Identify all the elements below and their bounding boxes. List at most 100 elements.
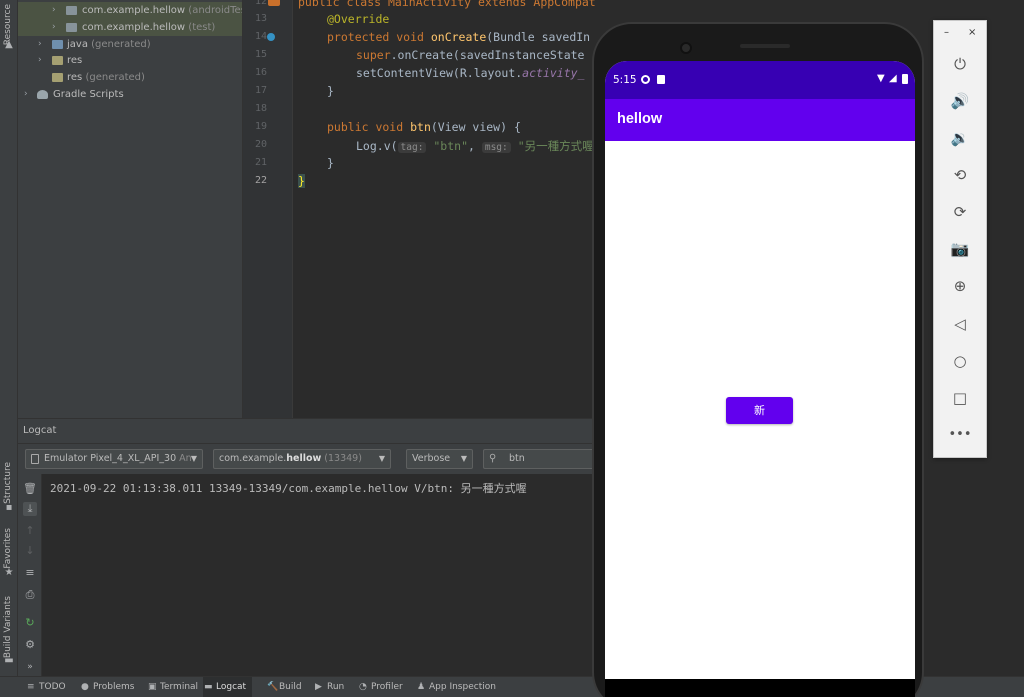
- tree-item-suffix: (generated): [91, 39, 151, 50]
- camera-icon[interactable]: 📷: [947, 238, 973, 260]
- resource-manager-icon[interactable]: ▲: [3, 40, 15, 50]
- more-chevrons-icon[interactable]: »: [23, 660, 37, 674]
- info-icon: ●: [81, 682, 89, 692]
- tree-item-gradle-scripts[interactable]: › Gradle Scripts: [18, 86, 242, 103]
- logcat-toolbar: Emulator Pixel_4_XL_API_30 An ▼ com.exam…: [18, 444, 595, 474]
- tree-item-suffix: (generated): [85, 72, 145, 83]
- tree-item-test[interactable]: › com.example.hellow (test): [18, 19, 242, 36]
- soft-wrap-icon[interactable]: ≡: [23, 566, 37, 580]
- volume-down-icon[interactable]: 🔉: [947, 127, 973, 149]
- process-prefix: com.example.: [219, 453, 287, 464]
- code-line: setContentView(R.layout.activity_: [356, 66, 585, 80]
- param-hint-tag: tag:: [397, 142, 427, 153]
- matched-brace: }: [298, 174, 305, 188]
- code-editor[interactable]: public class MainActivity extends AppCom…: [293, 0, 595, 418]
- device-select-suffix: An: [179, 453, 192, 464]
- tab-problems[interactable]: ● Problems: [80, 677, 134, 697]
- terminal-icon: ▣: [148, 682, 157, 692]
- code-line: protected void onCreate(Bundle savedIn: [327, 30, 591, 44]
- log-level-select[interactable]: Verbose ▼: [406, 449, 473, 469]
- code-line: Log.v(tag: "btn", msg: "另一種方式喔": [356, 139, 595, 153]
- override-marker-icon[interactable]: [267, 33, 275, 41]
- earpiece-speaker: [740, 44, 790, 48]
- arrow-down-icon[interactable]: ↓: [23, 544, 37, 558]
- restart-icon[interactable]: ↻: [23, 616, 37, 630]
- chevron-right-icon[interactable]: ›: [52, 19, 56, 36]
- tab-app-inspection[interactable]: ♟ App Inspection: [416, 677, 496, 697]
- logcat-side-toolbar: 🗑 ⤓ ↑ ↓ ≡ ⎙ ↻ ⚙ »: [18, 474, 42, 676]
- structure-tab[interactable]: Structure: [3, 462, 13, 504]
- logcat-title: Logcat: [23, 425, 57, 436]
- tree-item-label: res: [67, 72, 83, 83]
- rotate-right-icon[interactable]: ⟳: [947, 201, 973, 223]
- favorites-tab[interactable]: Favorites: [3, 528, 13, 569]
- chevron-right-icon[interactable]: ›: [24, 86, 28, 103]
- device-select[interactable]: Emulator Pixel_4_XL_API_30 An ▼: [25, 449, 203, 469]
- tab-build[interactable]: 🔨 Build: [266, 677, 302, 697]
- code-line: public void btn(View view) {: [327, 120, 521, 134]
- close-button[interactable]: ×: [968, 27, 976, 38]
- search-value: btn: [509, 453, 525, 464]
- notification-icon: [641, 75, 650, 84]
- line-number: 12: [254, 0, 267, 7]
- wifi-icon: ▼: [877, 73, 885, 84]
- tab-run[interactable]: ▶ Run: [314, 677, 344, 697]
- tab-todo[interactable]: ≡ TODO: [26, 677, 66, 697]
- more-icon[interactable]: •••: [947, 424, 973, 446]
- signal-icon: ◢: [889, 73, 897, 84]
- build-variants-icon[interactable]: ▬: [3, 656, 15, 666]
- tree-item-label: com.example.hellow: [82, 5, 186, 16]
- overview-icon[interactable]: □: [947, 387, 973, 409]
- code-line: }: [327, 84, 334, 98]
- tree-item-label: com.example.hellow: [82, 22, 186, 33]
- app-bar: hellow: [605, 99, 915, 141]
- tree-item-java-generated[interactable]: › java (generated): [18, 36, 242, 53]
- code-line: super.onCreate(savedInstanceState: [356, 48, 585, 62]
- logcat-search-input[interactable]: ⚲ btn: [483, 449, 595, 469]
- device-screen[interactable]: 5:15 ▼ ◢ hellow 新: [605, 61, 915, 679]
- logcat-output[interactable]: 2021-09-22 01:13:38.011 13349-13349/com.…: [42, 474, 595, 676]
- zoom-icon[interactable]: ⊕: [947, 275, 973, 297]
- print-icon[interactable]: ⎙: [23, 588, 37, 602]
- favorites-star-icon[interactable]: ★: [3, 568, 15, 578]
- tab-profiler[interactable]: ◔ Profiler: [358, 677, 403, 697]
- tree-item-label: Gradle Scripts: [53, 89, 124, 100]
- tree-item-res-generated[interactable]: res (generated): [18, 69, 242, 86]
- chevron-right-icon[interactable]: ›: [52, 2, 56, 19]
- line-number: 17: [254, 85, 267, 96]
- code-line: public class MainActivity extends AppCom…: [298, 0, 595, 9]
- chevron-right-icon[interactable]: ›: [38, 52, 42, 69]
- chevron-right-icon[interactable]: ›: [38, 36, 42, 53]
- code-line: }: [298, 174, 305, 188]
- build-variants-tab[interactable]: Build Variants: [3, 596, 13, 658]
- volume-up-icon[interactable]: 🔊: [947, 90, 973, 112]
- arrow-up-icon[interactable]: ↑: [23, 524, 37, 538]
- chevron-down-icon: ▼: [460, 454, 467, 463]
- app-main-button[interactable]: 新: [726, 397, 793, 424]
- search-icon: ⚲: [489, 453, 497, 464]
- structure-icon[interactable]: ▪: [3, 503, 15, 513]
- rotate-left-icon[interactable]: ⟲: [947, 164, 973, 186]
- gauge-icon: ◔: [359, 682, 367, 692]
- log-entry: 2021-09-22 01:13:38.011 13349-13349/com.…: [50, 482, 527, 495]
- tree-item-res[interactable]: › res: [18, 52, 242, 69]
- front-camera: [680, 42, 692, 54]
- line-number: 21: [254, 157, 267, 168]
- package-folder-icon: [66, 23, 77, 32]
- tab-terminal[interactable]: ▣ Terminal: [147, 677, 198, 697]
- back-icon[interactable]: ◁: [947, 313, 973, 335]
- scroll-to-end-icon[interactable]: ⤓: [23, 502, 37, 516]
- class-run-icon[interactable]: [268, 0, 280, 6]
- tree-item-android-test[interactable]: › com.example.hellow (androidTest): [18, 2, 242, 19]
- gear-icon[interactable]: ⚙: [23, 638, 37, 652]
- tab-logcat[interactable]: ▬ Logcat: [203, 677, 253, 697]
- line-number: 22: [254, 175, 267, 186]
- trash-icon[interactable]: 🗑: [23, 482, 37, 496]
- home-icon[interactable]: ○: [947, 350, 973, 372]
- power-icon[interactable]: ⏻: [947, 53, 973, 75]
- list-icon: ≡: [27, 682, 35, 692]
- android-icon: ♟: [417, 682, 426, 692]
- play-icon: ▶: [315, 682, 322, 692]
- process-select[interactable]: com.example.hellow (13349) ▼: [213, 449, 391, 469]
- minimize-button[interactable]: –: [944, 27, 949, 38]
